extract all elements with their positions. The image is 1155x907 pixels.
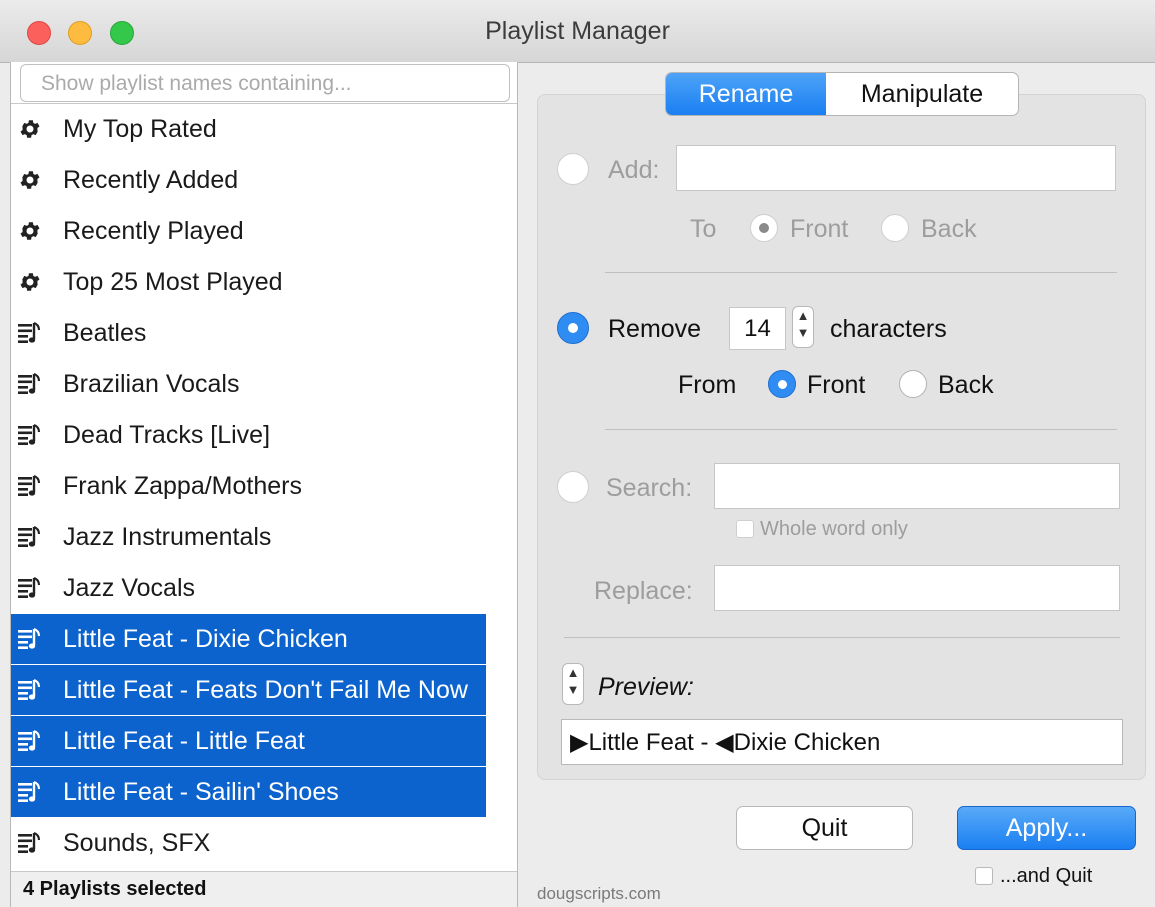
and-quit-checkbox[interactable] (975, 867, 993, 885)
playlist-row-label: Jazz Instrumentals (63, 523, 272, 551)
whole-word-checkbox[interactable] (736, 520, 754, 538)
playlist-row[interactable]: Frank Zappa/Mothers (11, 461, 517, 512)
playlist-row-label: Little Feat - Sailin' Shoes (63, 778, 339, 806)
apply-button[interactable]: Apply... (957, 806, 1136, 850)
add-to-label: To (690, 215, 717, 243)
gear-icon (17, 206, 43, 256)
separator (605, 429, 1117, 430)
playlist-row-label: Frank Zappa/Mothers (63, 472, 302, 500)
playlist-list: My Top Rated Recently Added Recently Playe… (11, 103, 517, 872)
playlist-row-label: Sounds, SFX (63, 829, 211, 857)
playlist-row[interactable]: Little Feat - Sailin' Shoes (11, 767, 486, 818)
playlist-row[interactable]: Jazz Vocals (11, 563, 517, 614)
playlist-icon (17, 767, 43, 817)
playlist-row[interactable]: Recently Played (11, 206, 517, 257)
selection-status: 4 Playlists selected (11, 871, 517, 907)
search-option-radio[interactable] (557, 471, 589, 503)
remove-from-label: From (678, 371, 737, 399)
separator (564, 637, 1120, 638)
playlist-filter-input[interactable]: Show playlist names containing... (20, 64, 510, 102)
preview-label: Preview: (598, 673, 694, 701)
remove-front-radio[interactable] (768, 370, 796, 398)
replace-label: Replace: (594, 577, 693, 605)
gear-icon (17, 104, 43, 154)
remove-back-label: Back (938, 371, 994, 399)
replace-text-field[interactable] (714, 565, 1120, 611)
remove-count-stepper[interactable]: ▲ ▼ (792, 306, 814, 348)
playlist-sidebar: Show playlist names containing... My Top… (10, 62, 518, 907)
whole-word-label: Whole word only (760, 518, 908, 540)
playlist-row[interactable]: Beatles (11, 308, 517, 359)
playlist-row[interactable]: Sounds, SFX (11, 818, 517, 869)
remove-unit-label: characters (830, 315, 947, 343)
playlist-icon (17, 359, 43, 409)
playlist-row-label: Recently Added (63, 166, 239, 194)
window-title: Playlist Manager (485, 17, 670, 45)
add-front-radio[interactable] (750, 214, 778, 242)
playlist-row-label: My Top Rated (63, 115, 217, 143)
playlist-row-label: Jazz Vocals (63, 574, 196, 602)
playlist-icon (17, 563, 43, 613)
playlist-row-label: Brazilian Vocals (63, 370, 240, 398)
playlist-icon (17, 410, 43, 460)
title-bar: Playlist Manager (0, 0, 1155, 63)
playlist-row[interactable]: Little Feat - Little Feat (11, 716, 486, 767)
add-front-label: Front (790, 215, 849, 243)
search-label: Search: (606, 474, 693, 502)
remove-option-radio[interactable] (557, 312, 589, 344)
playlist-row-label: Little Feat - Feats Don't Fail Me Now (63, 676, 468, 704)
and-quit-label: ...and Quit (1000, 865, 1093, 887)
add-option-radio[interactable] (557, 153, 589, 185)
mode-tabs: Rename Manipulate (665, 72, 1019, 116)
playlist-row[interactable]: Brazilian Vocals (11, 359, 517, 410)
remove-label: Remove (608, 315, 702, 343)
playlist-icon (17, 665, 43, 715)
playlist-row[interactable]: Jazz Instrumentals (11, 512, 517, 563)
add-label: Add: (608, 156, 660, 184)
search-text-field[interactable] (714, 463, 1120, 509)
playlist-row-label: Beatles (63, 319, 147, 347)
remove-count-field[interactable]: 14 (729, 307, 786, 350)
gear-icon (17, 257, 43, 307)
tab-manipulate[interactable]: Manipulate (826, 73, 1018, 115)
playlist-row[interactable]: Recently Added (11, 155, 517, 206)
playlist-row-label: Recently Played (63, 217, 244, 245)
playlist-row-label: Top 25 Most Played (63, 268, 283, 296)
preview-field: ▶Little Feat - ◀Dixie Chicken (561, 719, 1123, 765)
playlist-icon (17, 818, 43, 868)
playlist-row[interactable]: My Top Rated (11, 104, 517, 155)
playlist-row-label: Little Feat - Dixie Chicken (63, 625, 348, 653)
playlist-row[interactable]: Little Feat - Dixie Chicken (11, 614, 486, 665)
tab-rename[interactable]: Rename (666, 73, 826, 115)
quit-button[interactable]: Quit (736, 806, 913, 850)
footer-credit: dougscripts.com (537, 884, 661, 903)
separator (605, 272, 1117, 273)
preview-stepper[interactable]: ▲ ▼ (562, 663, 584, 705)
playlist-row-label: Dead Tracks [Live] (63, 421, 271, 449)
playlist-icon (17, 512, 43, 562)
playlist-row[interactable]: Little Feat - Feats Don't Fail Me Now (11, 665, 486, 716)
playlist-row[interactable]: Top 25 Most Played (11, 257, 517, 308)
add-back-radio[interactable] (881, 214, 909, 242)
playlist-icon (17, 716, 43, 766)
playlist-icon (17, 614, 43, 664)
playlist-row-label: Little Feat - Little Feat (63, 727, 305, 755)
playlist-icon (17, 308, 43, 358)
remove-front-label: Front (807, 371, 866, 399)
preview-text: ▶Little Feat - ◀Dixie Chicken (570, 729, 881, 756)
add-back-label: Back (921, 215, 977, 243)
add-text-field[interactable] (676, 145, 1116, 191)
remove-back-radio[interactable] (899, 370, 927, 398)
gear-icon (17, 155, 43, 205)
playlist-row[interactable]: Dead Tracks [Live] (11, 410, 517, 461)
playlist-icon (17, 461, 43, 511)
